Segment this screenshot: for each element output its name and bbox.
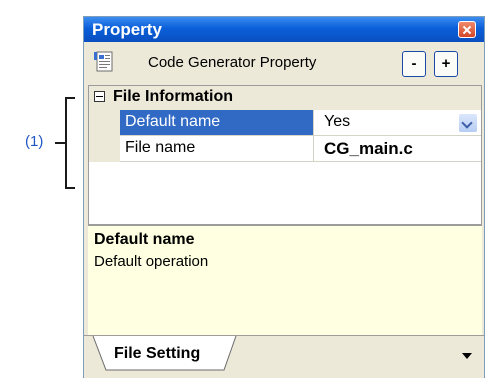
- expand-button[interactable]: +: [434, 51, 458, 77]
- tab-file-setting[interactable]: File Setting: [92, 336, 238, 372]
- property-row-file-name[interactable]: File name CG_main.c: [89, 136, 481, 162]
- description-pane: Default name Default operation: [88, 225, 482, 335]
- tab-strip: File Setting: [84, 335, 484, 378]
- property-value: Yes: [324, 113, 351, 130]
- description-title: Default name: [94, 231, 195, 248]
- category-row[interactable]: File Information: [89, 86, 481, 110]
- category-label: File Information: [113, 88, 233, 105]
- title-bar[interactable]: Property: [84, 17, 484, 42]
- callout-label: (1): [25, 133, 44, 150]
- row-gutter: [89, 136, 120, 162]
- property-panel: Property Code Generator Property - + Fil…: [83, 16, 485, 378]
- tab-label: File Setting: [114, 345, 201, 362]
- property-name[interactable]: File name: [120, 136, 314, 162]
- description-body: Default operation: [94, 253, 209, 270]
- collapse-category-icon[interactable]: [94, 91, 105, 102]
- close-button[interactable]: [458, 21, 476, 38]
- tab-list-dropdown-icon[interactable]: [462, 353, 472, 359]
- row-gutter: [89, 110, 120, 136]
- code-generator-icon: [94, 51, 113, 72]
- property-name[interactable]: Default name: [120, 110, 314, 136]
- toolbar: Code Generator Property - +: [84, 42, 484, 82]
- property-value-dropdown[interactable]: Yes: [314, 110, 481, 136]
- collapse-button[interactable]: -: [402, 51, 426, 77]
- callout-bracket: [65, 97, 75, 189]
- property-grid: File Information Default name Yes File n…: [88, 85, 482, 225]
- toolbar-title: Code Generator Property: [148, 54, 317, 71]
- property-row-default-name[interactable]: Default name Yes: [89, 110, 481, 136]
- chevron-down-icon[interactable]: [459, 114, 477, 132]
- window-title: Property: [92, 20, 162, 39]
- property-value-field[interactable]: CG_main.c: [314, 136, 481, 162]
